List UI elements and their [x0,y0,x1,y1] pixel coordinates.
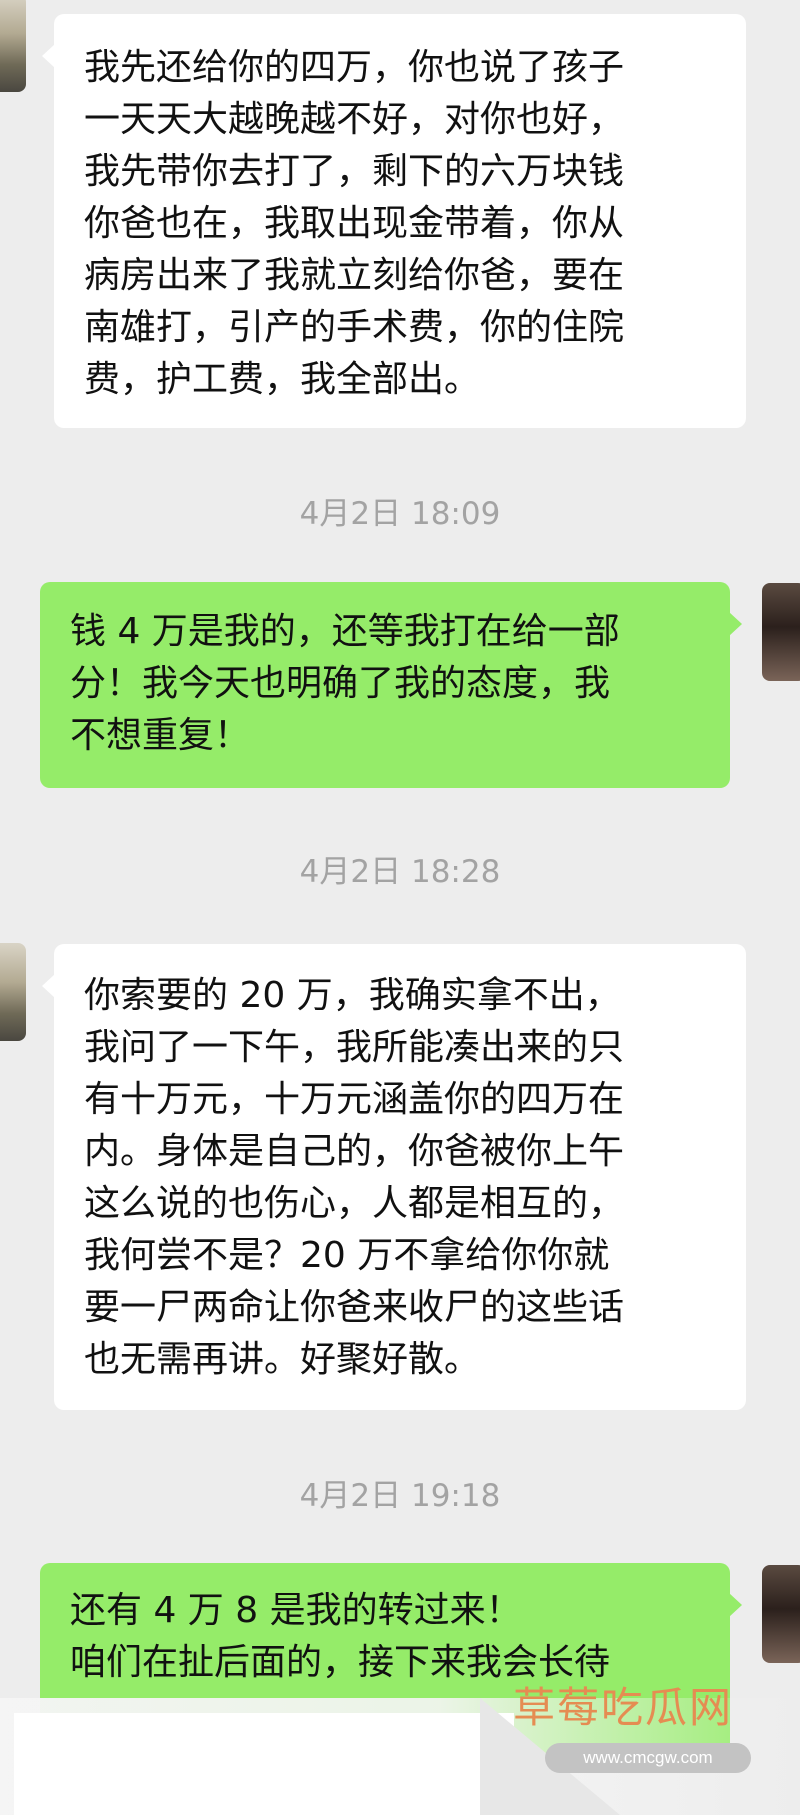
message-timestamp: 4月2日 18:28 [299,854,501,890]
contact-avatar[interactable] [0,943,26,1041]
watermark-url: www.cmcgw.com [583,1748,713,1767]
contact-avatar[interactable] [0,0,26,92]
message-timestamp: 4月2日 18:09 [299,496,501,532]
sent-message-bubble[interactable]: 钱 4 万是我的，还等我打在给一部 分！我今天也明确了我的态度，我 不想重复！ [40,582,742,788]
received-message-bubble[interactable]: 你索要的 20 万，我确实拿不出， 我问了一下午，我所能凑出来的只 有十万元，十… [42,944,746,1410]
watermark-blank-panel [14,1713,514,1815]
my-avatar[interactable] [762,1565,800,1663]
received-message-bubble[interactable]: 我先还给你的四万，你也说了孩子 一天天大越晚越不好，对你也好， 我先带你去打了，… [42,14,746,428]
message-timestamp: 4月2日 19:18 [299,1478,501,1514]
watermark-site-name: 草莓吃瓜网 [513,1683,734,1732]
my-avatar[interactable] [762,583,800,681]
